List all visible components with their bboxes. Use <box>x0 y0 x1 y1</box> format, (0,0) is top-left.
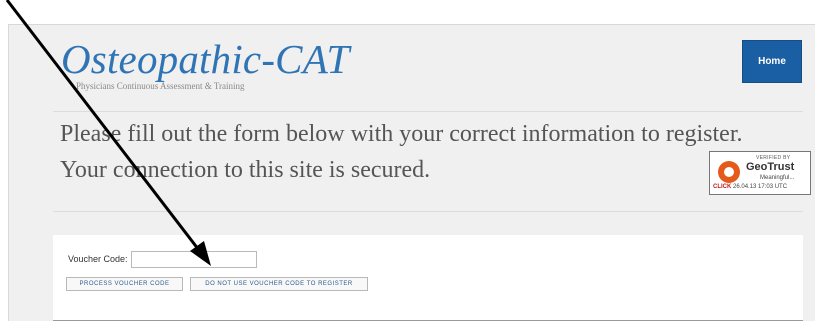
badge-brand: GeoTrust <box>746 161 795 173</box>
badge-click-label: CLICK <box>713 184 732 190</box>
site-logo-tagline: Physicians Continuous Assessment & Train… <box>76 81 245 91</box>
home-button[interactable]: Home <box>742 40 802 83</box>
badge-meaningful: Meaningful... <box>760 175 795 181</box>
voucher-form-panel: Voucher Code: PROCESS VOUCHER CODE DO NO… <box>53 235 803 321</box>
no-voucher-register-button[interactable]: DO NOT USE VOUCHER CODE TO REGISTER <box>190 277 368 291</box>
process-voucher-code-button[interactable]: PROCESS VOUCHER CODE <box>66 277 183 291</box>
intro-divider <box>53 211 803 212</box>
site-header: Osteopathic-CAT Physicians Continuous As… <box>9 25 815 111</box>
intro-text-line-1: Please fill out the form below with your… <box>60 121 743 147</box>
intro-text-line-2: Your connection to this site is secured. <box>60 157 431 183</box>
header-divider <box>53 111 803 112</box>
badge-click-timestamp: CLICK 26.04.13 17:03 UTC <box>713 184 787 190</box>
site-logo-title[interactable]: Osteopathic-CAT <box>61 35 349 83</box>
badge-timestamp: 26.04.13 17:03 UTC <box>733 184 788 190</box>
geotrust-logo-icon <box>718 161 740 183</box>
voucher-code-input[interactable] <box>131 251 257 268</box>
geotrust-security-badge[interactable]: VERIFIED BY GeoTrust Meaningful... CLICK… <box>709 151 811 195</box>
page-frame: Osteopathic-CAT Physicians Continuous As… <box>8 24 815 321</box>
voucher-code-label: Voucher Code: <box>68 254 128 264</box>
